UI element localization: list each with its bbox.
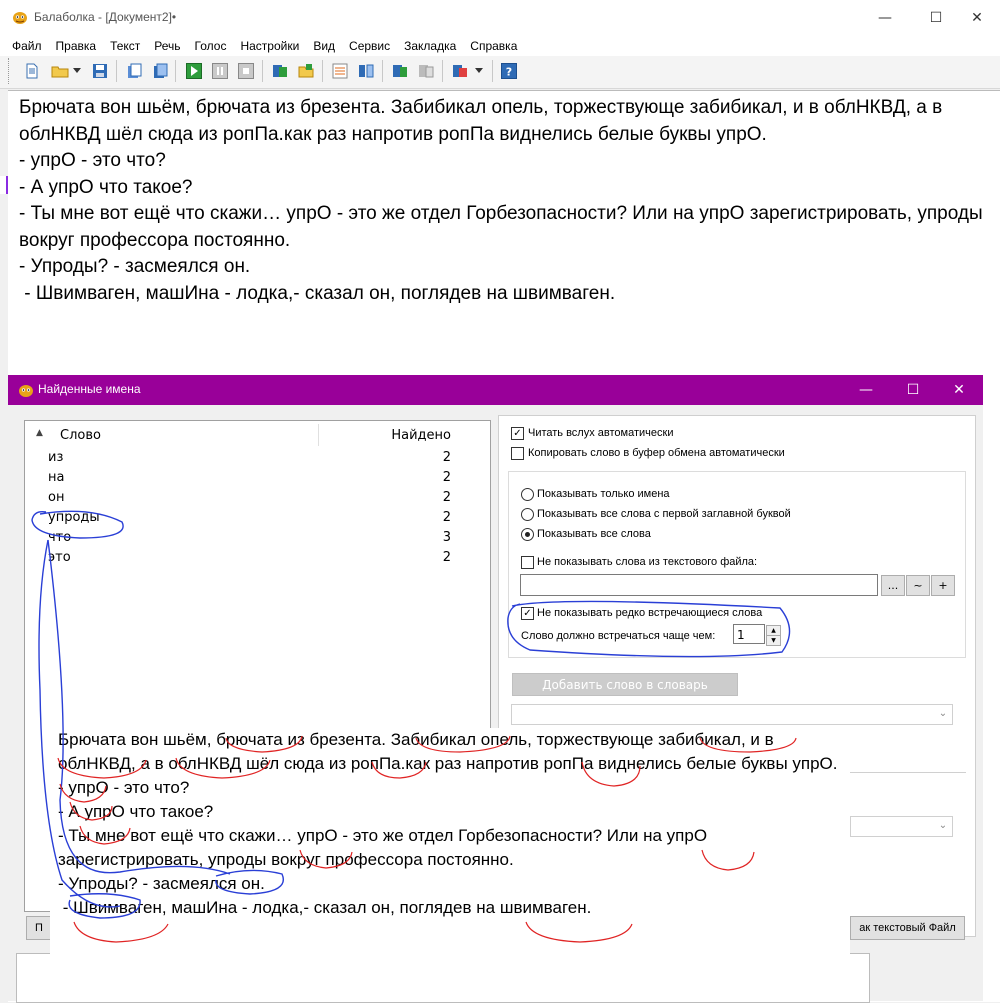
read-file-icon[interactable] — [296, 61, 316, 81]
list-item-count: 3 — [442, 530, 451, 545]
menu-view[interactable]: Вид — [306, 36, 342, 56]
window-title: Балаболка - [Документ2]• — [34, 10, 177, 24]
spell-check-icon[interactable] — [390, 61, 410, 81]
list-item-word[interactable]: что — [48, 530, 248, 545]
toolbar-separator — [116, 60, 117, 82]
maximize-button[interactable]: ☐ — [913, 0, 959, 36]
radio-capitalized[interactable] — [521, 508, 534, 521]
radio-all-words-label: Показывать все слова — [537, 528, 651, 540]
list-item-count: 2 — [442, 490, 451, 505]
toolbar-separator — [382, 60, 383, 82]
list-item-count: 2 — [442, 450, 451, 465]
list-item-count: 2 — [442, 550, 451, 565]
stop-icon[interactable] — [236, 61, 256, 81]
chevron-down-icon[interactable]: ⌄ — [936, 704, 950, 723]
add-to-dictionary-button[interactable]: Добавить слово в словарь — [512, 673, 738, 696]
open-clipboard-icon[interactable] — [124, 61, 144, 81]
menu-bar: Файл Правка Текст Речь Голос Настройки В… — [0, 36, 1000, 56]
balabolka-app-icon — [19, 385, 33, 397]
list-item-word[interactable]: это — [48, 550, 248, 565]
dialog-close-button[interactable]: ✕ — [936, 375, 982, 405]
list-item-word[interactable]: на — [48, 470, 248, 485]
svg-text:?: ? — [506, 66, 512, 79]
options-icon[interactable] — [330, 61, 350, 81]
min-count-label: Слово должно встречаться чаще чем: — [521, 630, 716, 642]
toolbar-separator — [492, 60, 493, 82]
menu-text[interactable]: Текст — [103, 36, 147, 56]
exclude-file-checkbox[interactable] — [521, 556, 534, 569]
copy-clipboard-checkbox[interactable] — [511, 447, 524, 460]
chevron-down-icon[interactable]: ⌄ — [936, 816, 950, 835]
toolbar-separator — [322, 60, 323, 82]
dictionary-icon[interactable] — [416, 61, 436, 81]
voices-icon[interactable] — [356, 61, 376, 81]
play-icon[interactable] — [184, 61, 204, 81]
menu-tools[interactable]: Сервис — [342, 36, 397, 56]
save-clipboard-icon[interactable] — [150, 61, 170, 81]
add-file-button[interactable]: + — [931, 575, 955, 596]
read-aloud-label: Читать вслух автоматически — [528, 427, 674, 439]
dialog-title: Найденные имена — [38, 382, 141, 396]
spin-down-icon[interactable]: ▼ — [766, 635, 781, 646]
column-header-word[interactable]: Слово — [60, 428, 101, 443]
open-folder-icon[interactable] — [50, 61, 70, 81]
column-divider[interactable] — [318, 424, 319, 446]
min-count-spinner[interactable]: 1 — [733, 624, 765, 644]
list-item-word[interactable]: из — [48, 450, 248, 465]
balabolka-app-icon — [13, 12, 27, 24]
column-header-count[interactable]: Найдено — [376, 428, 451, 443]
dialog-title-bar — [8, 375, 983, 405]
browse-file-button[interactable]: ... — [881, 575, 905, 596]
save-icon[interactable] — [90, 61, 110, 81]
toolbar-separator — [262, 60, 263, 82]
sort-ascending-icon: ▲ — [36, 428, 43, 438]
exclude-file-label: Не показывать слова из текстового файла: — [537, 556, 758, 568]
read-clipboard-icon[interactable] — [270, 61, 290, 81]
convert-icon[interactable] — [450, 61, 470, 81]
home-path-button[interactable]: ~ — [906, 575, 930, 596]
toolbar-separator — [175, 60, 176, 82]
dialog-maximize-button[interactable]: ☐ — [890, 375, 936, 405]
list-item-count: 2 — [442, 470, 451, 485]
list-item-count: 2 — [442, 510, 451, 525]
menu-edit[interactable]: Правка — [49, 36, 104, 56]
menu-settings[interactable]: Настройки — [233, 36, 306, 56]
radio-selected-dot — [525, 532, 530, 537]
menu-speech[interactable]: Речь — [147, 36, 187, 56]
pause-icon[interactable] — [210, 61, 230, 81]
side-panel-stub — [0, 176, 8, 194]
dialog-minimize-button[interactable]: — — [843, 375, 889, 405]
help-icon[interactable]: ? — [499, 61, 519, 81]
radio-all-words[interactable] — [521, 528, 534, 541]
hide-rare-checkbox[interactable]: ✓ — [521, 607, 534, 620]
document-text[interactable]: Брючата вон шьём, брючата из брезента. З… — [19, 95, 989, 307]
radio-names-only[interactable] — [521, 488, 534, 501]
hide-rare-label: Не показывать редко встречающиеся слова — [537, 607, 763, 619]
exclude-file-path-input[interactable] — [520, 574, 878, 596]
toolbar-grip[interactable] — [8, 58, 12, 84]
open-dropdown-arrow-icon[interactable] — [70, 61, 84, 81]
menu-voice[interactable]: Голос — [188, 36, 234, 56]
toolbar-separator — [442, 60, 443, 82]
menu-help[interactable]: Справка — [463, 36, 524, 56]
new-document-icon[interactable] — [22, 61, 42, 81]
save-text-file-button[interactable]: ак текстовый Файл — [850, 916, 965, 940]
read-aloud-checkbox[interactable]: ✓ — [511, 427, 524, 440]
close-button[interactable]: ✕ — [954, 0, 1000, 36]
radio-capitalized-label: Показывать все слова с первой заглавной … — [537, 508, 791, 520]
list-item-word[interactable]: он — [48, 490, 248, 505]
menu-bookmark[interactable]: Закладка — [397, 36, 463, 56]
dialog-left-button[interactable]: П — [26, 916, 52, 940]
pasted-text: Брючата вон шьём, брючата из брезента. З… — [58, 730, 838, 917]
convert-dropdown-arrow-icon[interactable] — [472, 61, 486, 81]
menu-file[interactable]: Файл — [0, 36, 49, 56]
list-item-word[interactable]: упроды — [48, 510, 248, 525]
minimize-button[interactable]: — — [862, 0, 908, 36]
copy-clipboard-label: Копировать слово в буфер обмена автомати… — [528, 447, 785, 459]
radio-names-only-label: Показывать только имена — [537, 488, 670, 500]
dictionary-select[interactable] — [511, 704, 953, 725]
